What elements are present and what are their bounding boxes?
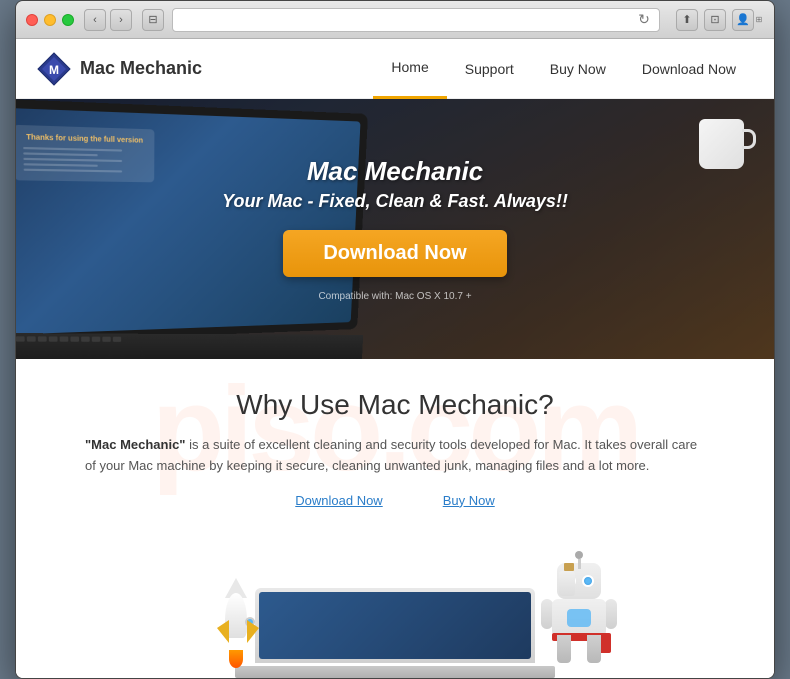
rocket-fin-right xyxy=(247,620,259,643)
robot-antenna-ball xyxy=(575,551,583,559)
robot-body xyxy=(552,599,606,637)
hero-subtitle: Your Mac - Fixed, Clean & Fast. Always!! xyxy=(222,191,568,212)
browser-titlebar: ‹ › ⊟ ↻ ⬆ ⊡ 👤 ⊞ xyxy=(16,1,774,39)
forward-button[interactable]: › xyxy=(110,9,132,31)
robot-illustration xyxy=(539,563,619,663)
key xyxy=(113,337,121,342)
mug-illustration xyxy=(699,119,744,169)
key xyxy=(16,336,25,341)
usb-illustration xyxy=(559,563,579,598)
maximize-button[interactable] xyxy=(62,14,74,26)
nav-link-home[interactable]: Home xyxy=(373,39,446,99)
bottom-laptop-body xyxy=(255,588,535,663)
robot-leg-right xyxy=(587,635,601,663)
traffic-lights xyxy=(26,14,74,26)
rocket-flame xyxy=(229,650,243,668)
usb-body xyxy=(559,571,575,596)
screen-line-1 xyxy=(23,147,122,152)
bottom-laptop-screen xyxy=(259,592,531,659)
key xyxy=(81,337,90,342)
why-desc-brand: "Mac Mechanic" xyxy=(85,437,185,452)
key-rows xyxy=(16,333,363,345)
site-logo-text: Mac Mechanic xyxy=(80,58,202,79)
nav-link-download[interactable]: Download Now xyxy=(624,39,754,99)
why-section: piso.com Why Use Mac Mechanic? "Mac Mech… xyxy=(16,359,774,548)
hero-section: Thanks for using the full version xyxy=(16,99,774,359)
mug-body xyxy=(699,119,744,169)
key xyxy=(70,337,79,342)
key xyxy=(92,337,100,342)
key xyxy=(60,336,69,341)
screen-line-5 xyxy=(24,169,123,173)
hero-compat-text: Compatible with: Mac OS X 10.7 + xyxy=(222,291,568,302)
key xyxy=(27,336,36,341)
laptop-keyboard xyxy=(16,333,363,359)
nav-links: Home Support Buy Now Download Now xyxy=(373,39,754,99)
rocket-fin-left xyxy=(217,620,229,643)
new-tab-button[interactable]: ⊡ xyxy=(704,9,726,31)
why-download-link[interactable]: Download Now xyxy=(295,493,382,508)
robot-eye-right xyxy=(582,575,594,587)
screen-note-title: Thanks for using the full version xyxy=(23,132,146,147)
logo-area: M Mac Mechanic xyxy=(36,51,373,87)
hero-content: Mac Mechanic Your Mac - Fixed, Clean & F… xyxy=(222,156,568,302)
why-links: Download Now Buy Now xyxy=(56,493,734,508)
profile-button[interactable]: 👤 xyxy=(732,9,754,31)
browser-window: ‹ › ⊟ ↻ ⬆ ⊡ 👤 ⊞ M xyxy=(15,0,775,679)
share-button[interactable]: ⬆ xyxy=(676,9,698,31)
robot-chest xyxy=(567,609,591,627)
close-button[interactable] xyxy=(26,14,38,26)
robot-arm-right xyxy=(605,599,617,629)
minimize-button[interactable] xyxy=(44,14,56,26)
site-navigation: M Mac Mechanic Home Support Buy Now Down… xyxy=(16,39,774,99)
usb-connector xyxy=(564,563,574,571)
website-content: M Mac Mechanic Home Support Buy Now Down… xyxy=(16,39,774,678)
nav-buttons: ‹ › xyxy=(84,9,132,31)
bottom-illustration xyxy=(16,548,774,678)
hero-download-button[interactable]: Download Now xyxy=(283,230,506,277)
key xyxy=(38,336,47,341)
mug-handle xyxy=(742,129,756,149)
screen-line-3 xyxy=(23,158,122,162)
reload-button[interactable]: ↻ xyxy=(633,9,655,31)
back-button[interactable]: ‹ xyxy=(84,9,106,31)
tab-button[interactable]: ⊟ xyxy=(142,9,164,31)
key xyxy=(49,336,58,341)
svg-text:M: M xyxy=(49,63,59,77)
screen-line-2 xyxy=(23,153,98,157)
bottom-laptop-base xyxy=(235,666,555,678)
resize-button[interactable]: ⊞ xyxy=(754,9,764,31)
screen-line-4 xyxy=(23,163,98,167)
address-bar[interactable]: ↻ xyxy=(172,8,660,32)
browser-actions: ⬆ ⊡ 👤 xyxy=(676,9,754,31)
nav-link-support[interactable]: Support xyxy=(447,39,532,99)
why-description: "Mac Mechanic" is a suite of excellent c… xyxy=(85,435,705,477)
key xyxy=(102,337,110,342)
why-buy-link[interactable]: Buy Now xyxy=(443,493,495,508)
screen-note: Thanks for using the full version xyxy=(16,125,154,183)
logo-icon: M xyxy=(36,51,72,87)
robot-leg-left xyxy=(557,635,571,663)
bottom-laptop xyxy=(255,588,535,678)
why-title: Why Use Mac Mechanic? xyxy=(56,389,734,421)
nav-link-buy[interactable]: Buy Now xyxy=(532,39,624,99)
hero-title: Mac Mechanic xyxy=(222,156,568,187)
